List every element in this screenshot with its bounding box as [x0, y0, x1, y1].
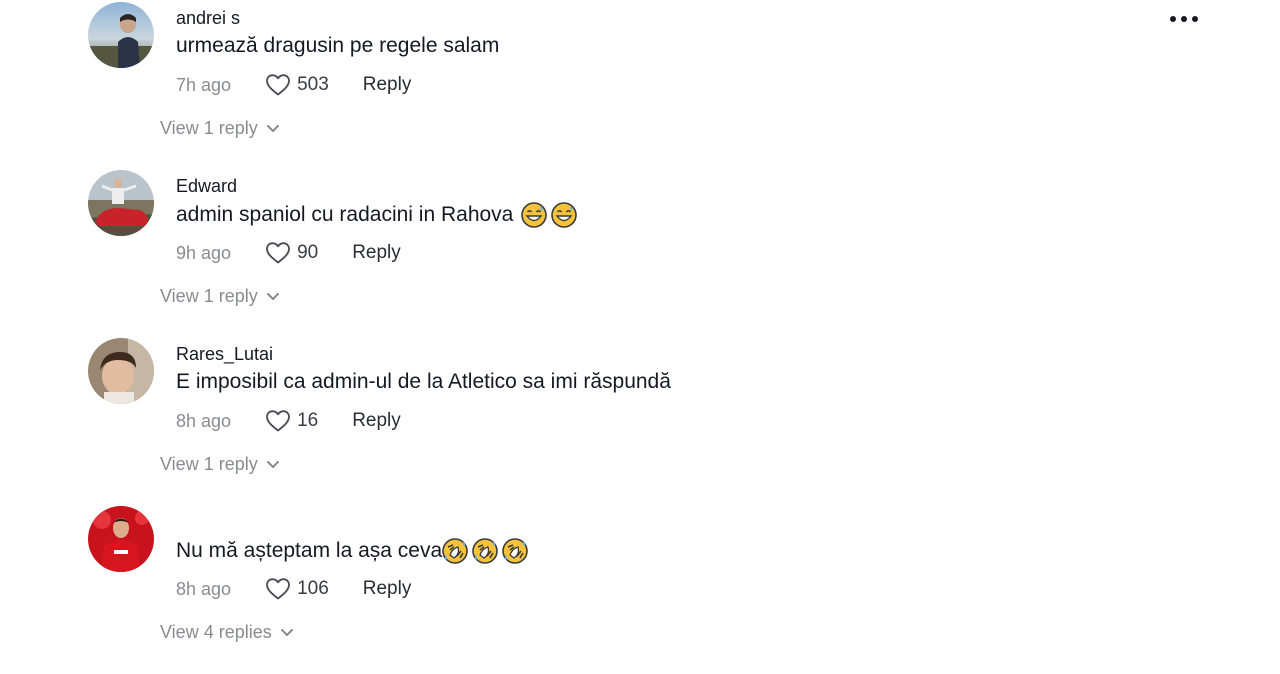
like-button[interactable]: 16 [265, 409, 318, 433]
view-replies-label: View 1 reply [160, 286, 258, 306]
like-button[interactable]: 90 [265, 241, 318, 265]
comments-panel: andrei s urmează dragusin pe regele sala… [0, 0, 1280, 674]
like-count: 503 [297, 74, 329, 95]
comment-item: andrei s urmează dragusin pe regele sala… [88, 2, 1188, 152]
reply-button[interactable]: Reply [363, 578, 412, 600]
comment-time: 9h ago [176, 242, 232, 263]
comment-text: E imposibil ca admin-ul de la Atletico s… [176, 370, 671, 394]
rofl-emoji [442, 538, 468, 564]
comment-time: 8h ago [176, 410, 232, 431]
comment-meta: 7h ago 503 Reply [176, 70, 411, 100]
like-count: 106 [297, 578, 329, 599]
comment-username[interactable]: Edward [176, 176, 237, 197]
heart-icon [266, 242, 290, 264]
comment-text-content: admin spaniol cu radacini in Rahova [176, 203, 520, 226]
comment-meta: 8h ago 106 Reply [176, 574, 411, 604]
comment-text-content: Nu mă așteptam la așa ceva [176, 539, 443, 562]
comment-item: Edward admin spaniol cu radacini in Raho… [88, 170, 1188, 320]
comment-item: Nu mă așteptam la așa ceva 8h ago 106 Re… [88, 506, 1188, 656]
view-replies-label: View 1 reply [160, 118, 258, 138]
comment-text: Nu mă așteptam la așa ceva [176, 538, 532, 564]
comment-text: urmează dragusin pe regele salam [176, 34, 499, 58]
emoji-group [521, 202, 581, 228]
chevron-down-icon [266, 292, 280, 302]
like-count: 16 [297, 410, 319, 431]
view-replies-label: View 4 replies [160, 622, 272, 642]
comment-item: Rares_Lutai E imposibil ca admin-ul de l… [88, 338, 1188, 488]
comment-text-content: E imposibil ca admin-ul de la Atletico s… [176, 370, 671, 393]
rofl-emoji [472, 538, 498, 564]
like-button[interactable]: 503 [265, 73, 329, 97]
view-replies-button[interactable]: View 4 replies [160, 622, 294, 643]
rofl-emoji [502, 538, 528, 564]
view-replies-button[interactable]: View 1 reply [160, 286, 280, 307]
grinning-sweat-emoji [521, 202, 548, 228]
chevron-down-icon [280, 628, 294, 638]
like-button[interactable]: 106 [265, 577, 329, 601]
heart-icon [266, 74, 290, 96]
avatar[interactable] [88, 170, 154, 236]
reply-button[interactable]: Reply [352, 242, 401, 264]
comment-meta: 9h ago 90 Reply [176, 238, 401, 268]
view-replies-button[interactable]: View 1 reply [160, 118, 280, 139]
comment-text: admin spaniol cu radacini in Rahova [176, 202, 581, 228]
view-replies-button[interactable]: View 1 reply [160, 454, 280, 475]
emoji-group [442, 538, 532, 564]
comment-username[interactable]: andrei s [176, 8, 240, 29]
heart-icon [266, 410, 290, 432]
comment-time: 7h ago [176, 74, 232, 95]
heart-icon [266, 578, 290, 600]
reply-button[interactable]: Reply [363, 74, 412, 96]
like-count: 90 [297, 242, 319, 263]
avatar[interactable] [88, 338, 154, 404]
reply-button[interactable]: Reply [352, 410, 401, 432]
comment-time: 8h ago [176, 578, 232, 599]
chevron-down-icon [266, 124, 280, 134]
chevron-down-icon [266, 460, 280, 470]
comment-text-content: urmează dragusin pe regele salam [176, 34, 500, 57]
avatar[interactable] [88, 506, 154, 572]
view-replies-label: View 1 reply [160, 454, 258, 474]
comment-meta: 8h ago 16 Reply [176, 406, 401, 436]
avatar[interactable] [88, 2, 154, 68]
grinning-sweat-emoji [551, 202, 578, 228]
comment-username[interactable]: Rares_Lutai [176, 344, 273, 365]
